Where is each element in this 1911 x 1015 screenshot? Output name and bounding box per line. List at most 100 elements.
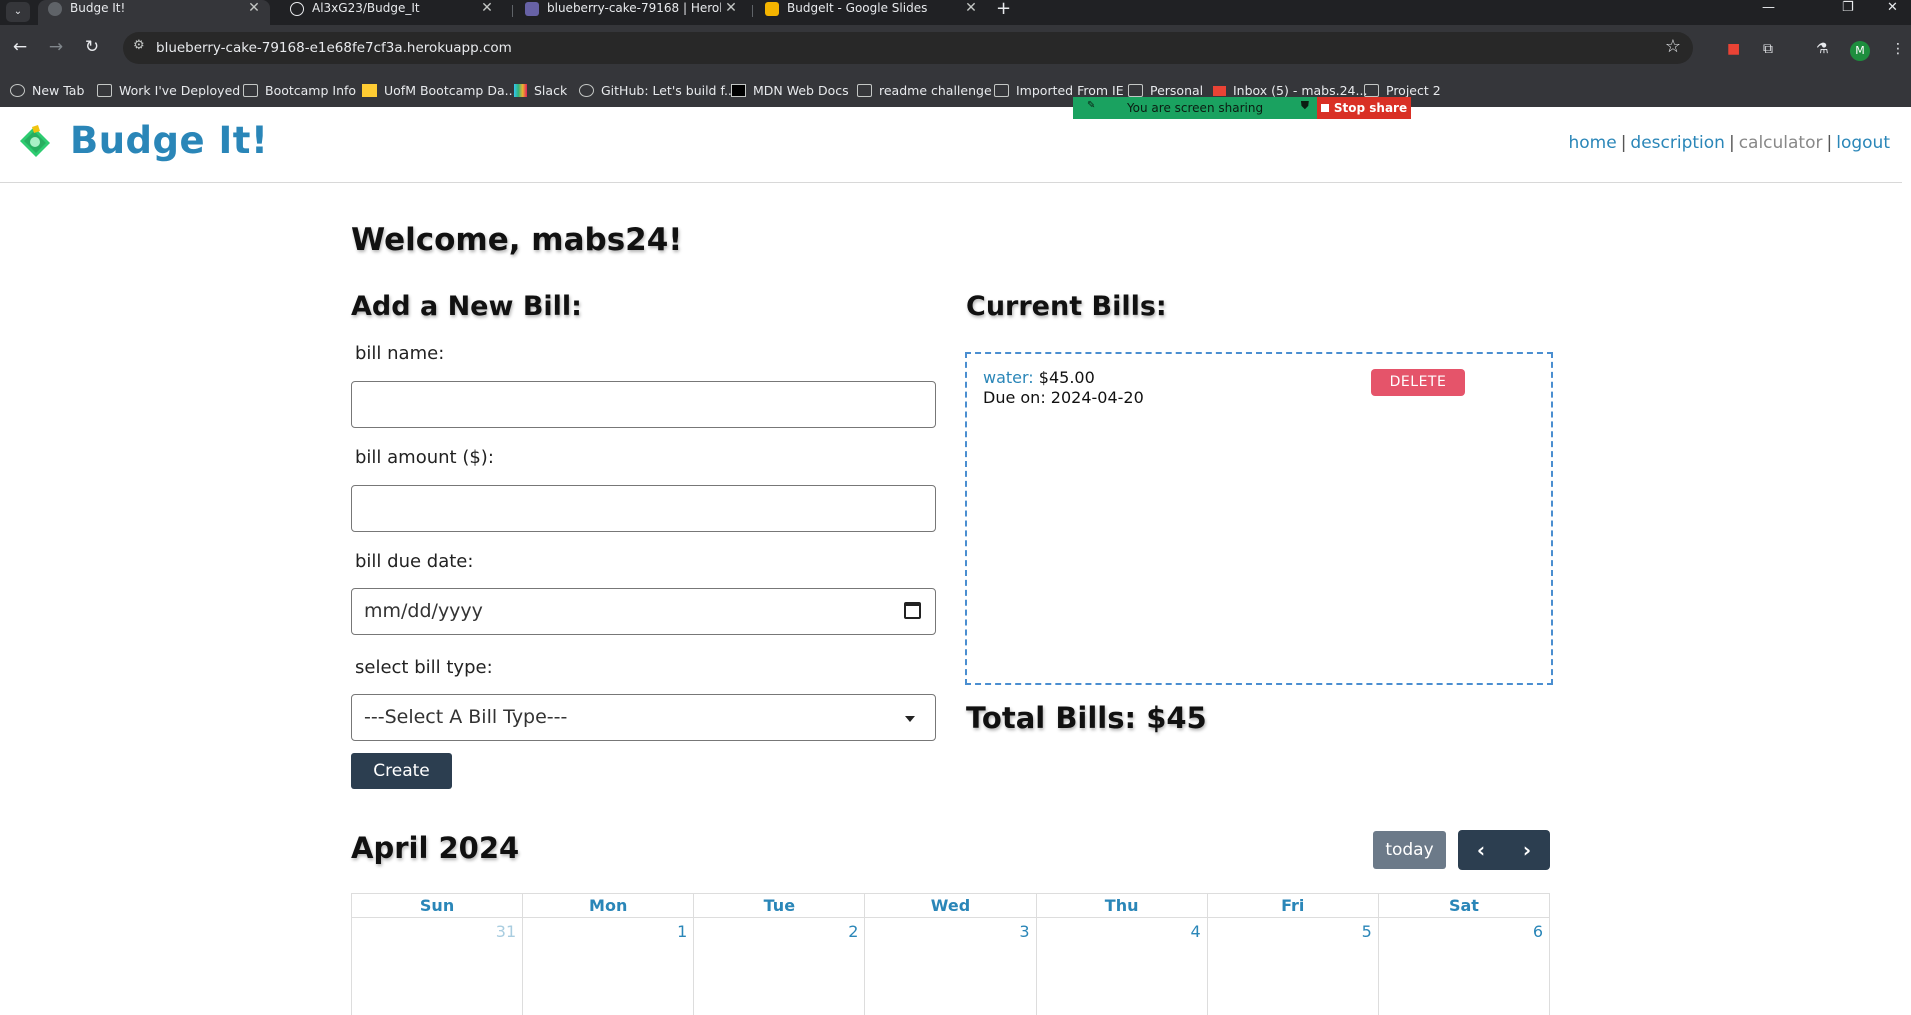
weekday-header: Wed [864,893,1037,918]
total-bills: Total Bills: $45 [966,701,1207,735]
tab-heroku[interactable]: blueberry-cake-79168 | Heroku ✕ [515,0,747,25]
bookmark-label: Imported From IE [1016,83,1124,98]
menu-kebab-icon[interactable]: ⋮ [1891,41,1905,57]
bookmark-personal[interactable]: Personal [1128,83,1203,98]
weekday-header-row: Sun Mon Tue Wed Thu Fri Sat [350,893,1551,918]
close-tab-icon[interactable]: ✕ [477,0,497,17]
close-tab-icon[interactable]: ✕ [961,0,981,17]
nav-calculator-link[interactable]: calculator [1739,133,1823,153]
profile-avatar[interactable]: M [1850,41,1870,61]
bill-amount-input[interactable] [351,485,936,532]
add-bill-heading: Add a New Bill: [351,291,582,322]
bill-name-label: bill name: [355,343,445,364]
bookmarks-bar: New Tab Work I've Deployed Bootcamp Info… [0,77,1911,107]
reload-icon[interactable]: ↻ [80,37,104,57]
tab-budge-it[interactable]: Budge It! ✕ [38,0,270,25]
address-bar[interactable]: ⚙ blueberry-cake-79168-e1e68fe7cf3a.hero… [123,32,1693,64]
calendar-today-button[interactable]: today [1373,831,1446,869]
tab-search-dropdown-icon[interactable]: ⌄ [6,2,30,22]
chevron-left-icon[interactable]: ‹ [1458,830,1504,870]
calendar-day-cell[interactable]: 2 [693,917,866,1015]
current-bills-list: water: $45.00 Due on: 2024-04-20 DELETE [965,352,1553,685]
bookmark-new-tab[interactable]: New Tab [10,83,84,98]
chevron-right-icon[interactable]: › [1504,830,1550,870]
stop-square-icon [1320,104,1329,112]
weekday-header: Sat [1377,893,1551,918]
create-bill-button[interactable]: Create [351,753,452,789]
calendar-day-cell[interactable]: 3 [864,917,1037,1015]
bookmark-label: Work I've Deployed [119,83,241,98]
browser-toolbar: ← → ↻ ⚙ blueberry-cake-79168-e1e68fe7cf3… [0,25,1911,77]
bookmark-imported-ie[interactable]: Imported From IE [994,83,1124,98]
money-logo-icon [20,125,50,157]
bookmark-star-icon[interactable]: ☆ [1665,36,1681,57]
folder-icon [1128,84,1143,97]
bill-type-select[interactable]: ---Select A Bill Type--- [351,694,936,741]
bookmark-uofm[interactable]: UofM Bootcamp Da... [362,83,517,98]
calendar-day-cell[interactable]: 31 [350,917,524,1015]
bookmark-mdn[interactable]: MDN Web Docs [731,83,849,98]
tab-title: Al3xG23/Budge_It [312,1,420,15]
calendar-day-cell[interactable]: 4 [1035,917,1208,1015]
calendar-picker-icon[interactable] [904,602,921,619]
close-window-icon[interactable]: ✕ [1887,0,1898,16]
bill-name-input[interactable] [351,381,936,428]
brand-title[interactable]: Budge It! [70,119,268,162]
bookmark-gmail[interactable]: Inbox (5) - mabs.24... [1213,83,1367,98]
page-viewport: Budge It! home | description | calculator | lo… [0,107,1911,1015]
site-info-icon[interactable]: ⚙ [133,38,145,53]
bookmark-label: MDN Web Docs [753,83,849,98]
bill-amount-label: bill amount ($): [355,447,494,468]
shield-icon: ⛊ [1300,99,1309,112]
tab-title: Budge It! [70,1,126,15]
drag-handle-icon[interactable]: ✎ [1087,100,1095,111]
calendar-day-cell[interactable]: 6 [1377,917,1551,1015]
close-tab-icon[interactable]: ✕ [244,0,264,17]
url-text[interactable]: blueberry-cake-79168-e1e68fe7cf3a.heroku… [156,40,512,56]
nav-home-link[interactable]: home [1568,133,1616,153]
stop-share-button[interactable]: Stop share [1317,97,1411,119]
site-header: Budge It! home | description | calculator | lo… [0,107,1902,183]
bookmark-label: Bootcamp Info [265,83,357,98]
bookmark-readme[interactable]: readme challenge [857,83,992,98]
bookmark-work-deployed[interactable]: Work I've Deployed [97,83,240,98]
record-extension-icon[interactable]: ■ [1727,41,1740,57]
uofm-icon [362,84,377,97]
globe-icon [10,84,25,97]
mdn-icon [731,84,746,97]
bookmark-slack[interactable]: Slack [514,83,567,98]
calendar-day-cell[interactable]: 5 [1206,917,1379,1015]
labs-flask-icon[interactable]: ⚗ [1816,41,1829,57]
nav-separator: | [1728,133,1735,153]
tab-github[interactable]: Al3xG23/Budge_It ✕ [280,0,503,25]
calendar-month-title: April 2024 [351,831,520,865]
folder-icon [243,84,258,97]
weekday-header: Thu [1035,893,1208,918]
extensions-icon[interactable]: ⧉ [1763,41,1773,57]
bill-due-date-input[interactable]: mm/dd/yyyy [351,588,936,635]
stop-share-label: Stop share [1333,101,1408,115]
globe-icon [48,2,62,16]
nav-description-link[interactable]: description [1630,133,1725,153]
minimize-icon[interactable]: — [1762,0,1775,16]
nav-separator: | [1826,133,1833,153]
restore-icon[interactable]: ❐ [1842,0,1854,16]
tab-google-slides[interactable]: BudgeIt - Google Slides ✕ [755,0,987,25]
tab-title: blueberry-cake-79168 | Heroku [547,1,721,15]
calendar-week-row: 31 1 2 3 4 5 6 [350,917,1551,1015]
back-icon[interactable]: ← [8,37,32,57]
delete-bill-button[interactable]: DELETE [1371,369,1465,396]
bill-item-title: water: $45.00 [983,368,1095,387]
folder-icon [857,84,872,97]
forward-icon[interactable]: → [44,37,68,57]
bookmark-bootcamp-info[interactable]: Bootcamp Info [243,83,356,98]
nav-logout-link[interactable]: logout [1836,133,1890,153]
bookmark-project-2[interactable]: Project 2 [1364,83,1441,98]
close-tab-icon[interactable]: ✕ [721,0,741,17]
gmail-icon [1213,85,1226,96]
bookmark-github[interactable]: GitHub: Let's build f... [579,83,736,98]
weekday-header: Fri [1206,893,1379,918]
new-tab-icon[interactable]: + [996,0,1011,19]
calendar-day-cell[interactable]: 1 [522,917,695,1015]
calendar-grid: Sun Mon Tue Wed Thu Fri Sat 31 1 2 3 4 5… [350,893,1551,1015]
